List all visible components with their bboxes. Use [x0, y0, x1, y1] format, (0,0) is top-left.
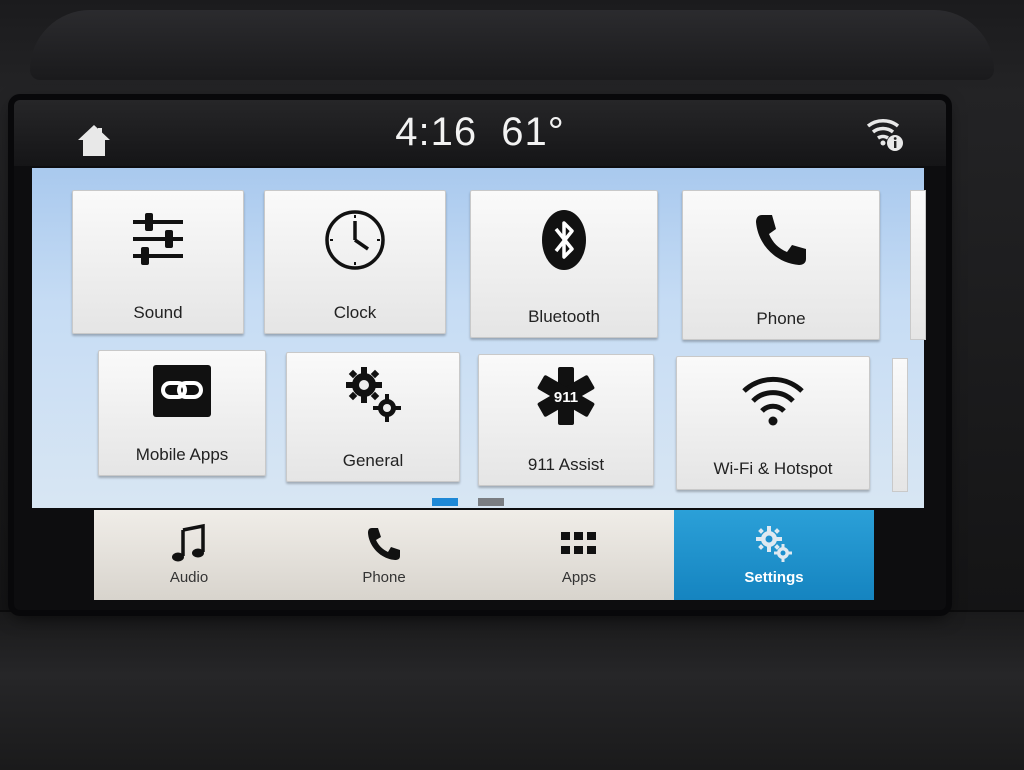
tile-next-page-peek	[892, 358, 908, 492]
gears-icon	[346, 367, 401, 422]
nav-audio[interactable]: Audio	[94, 510, 284, 600]
mobile-apps-link-icon	[153, 365, 211, 417]
nav-label: Phone	[362, 569, 406, 586]
tile-label: Sound	[133, 303, 183, 322]
bluetooth-icon	[542, 210, 586, 270]
music-note-icon	[172, 523, 205, 562]
tile-label: Wi-Fi & Hotspot	[713, 459, 833, 478]
outside-temperature: 61°	[501, 110, 565, 154]
tile-next-page-peek	[910, 190, 926, 340]
phone-icon	[756, 215, 806, 265]
tile-label: Clock	[333, 303, 377, 322]
sliders-icon	[133, 213, 183, 265]
911-badge: 911	[554, 389, 578, 406]
nav-label: Audio	[169, 569, 209, 586]
nav-phone[interactable]: Phone	[284, 510, 484, 600]
wifi-icon	[742, 376, 804, 426]
tile-911-assist[interactable]: 911 911 Assist	[478, 354, 654, 486]
apps-grid-icon	[561, 532, 596, 554]
bezel-top	[30, 10, 994, 80]
page-indicator-active[interactable]	[432, 498, 458, 506]
wifi-info-icon[interactable]	[864, 112, 906, 154]
clock-time: 4:16	[395, 110, 478, 154]
infotainment-screen: 4:16 61° Sound Clock Bluetooth Phone Mob…	[14, 100, 946, 610]
clock-icon	[325, 210, 385, 270]
tile-bluetooth[interactable]: Bluetooth	[470, 190, 658, 338]
dashboard-lower-panel	[0, 610, 1024, 770]
nav-label: Settings	[744, 569, 804, 586]
status-bar: 4:16 61°	[14, 100, 946, 166]
page-indicator-inactive[interactable]	[478, 498, 504, 506]
tile-sound[interactable]: Sound	[72, 190, 244, 334]
tile-general[interactable]: General	[286, 352, 460, 482]
tile-label: Phone	[756, 309, 806, 328]
tile-clock[interactable]: Clock	[264, 190, 446, 334]
star-of-life-911-icon: 911	[537, 367, 595, 425]
status-readout: 4:16 61°	[14, 110, 946, 155]
gears-icon	[756, 526, 792, 562]
tile-label: General	[342, 451, 404, 470]
nav-apps[interactable]: Apps	[484, 510, 674, 600]
phone-icon	[368, 528, 400, 560]
bottom-nav-bar: Audio Phone Apps Settings	[94, 510, 874, 600]
tile-label: Mobile Apps	[135, 445, 229, 464]
nav-label: Apps	[561, 569, 597, 586]
settings-grid: Sound Clock Bluetooth Phone Mobile Apps …	[32, 168, 926, 508]
tile-label: Bluetooth	[528, 307, 600, 326]
tile-phone[interactable]: Phone	[682, 190, 880, 340]
tile-label: 911 Assist	[527, 455, 605, 474]
tile-mobile-apps[interactable]: Mobile Apps	[98, 350, 266, 476]
tile-wifi-hotspot[interactable]: Wi-Fi & Hotspot	[676, 356, 870, 490]
nav-settings[interactable]: Settings	[674, 510, 874, 600]
